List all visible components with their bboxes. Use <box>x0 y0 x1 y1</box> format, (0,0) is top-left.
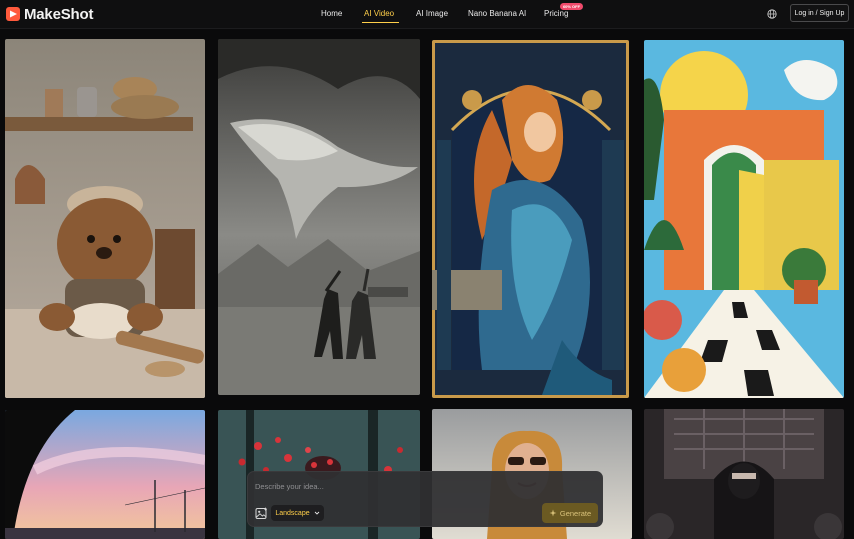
prompt-panel: Landscape Generate <box>247 471 603 527</box>
login-signup-button[interactable]: Log in / Sign Up <box>790 4 849 22</box>
nav-home[interactable]: Home <box>321 9 342 18</box>
main-nav: Home AI Video AI Image Nano Banana AI Pr… <box>0 0 854 28</box>
flying-whale-image <box>218 39 420 395</box>
aspect-ratio-select[interactable]: Landscape <box>271 505 324 521</box>
gallery-tile-art-nouveau[interactable] <box>432 40 629 398</box>
generate-button[interactable]: Generate <box>542 503 598 523</box>
sparkle-icon <box>549 509 557 517</box>
pricing-discount-badge: 60% OFF <box>560 3 583 10</box>
nav-active-underline <box>362 22 399 23</box>
surreal-doorway-image <box>644 40 844 398</box>
aspect-ratio-label: Landscape <box>275 509 310 517</box>
nav-ai-image[interactable]: AI Image <box>416 9 448 18</box>
nav-pricing[interactable]: Pricing <box>544 9 568 18</box>
sunset-road-image <box>5 410 205 539</box>
teddy-baker-image <box>5 39 205 398</box>
generate-label: Generate <box>559 508 592 518</box>
prompt-input[interactable] <box>255 479 595 493</box>
nav-nano-banana-ai[interactable]: Nano Banana AI <box>468 9 526 18</box>
gallery-tile-teddy-baker[interactable] <box>5 39 205 398</box>
gallery-tile-sunset-road[interactable] <box>5 410 205 539</box>
gallery-tile-flying-whale[interactable] <box>218 39 420 395</box>
image-upload-icon[interactable] <box>255 507 268 520</box>
nav-ai-video[interactable]: AI Video <box>364 9 394 18</box>
gallery-tile-surreal-doorway[interactable] <box>644 40 844 398</box>
chevron-down-icon <box>314 511 319 515</box>
ninja-image <box>644 409 844 539</box>
gallery-tile-ninja[interactable] <box>644 409 844 539</box>
art-nouveau-image <box>432 40 629 398</box>
top-header: MakeShot Home AI Video AI Image Nano Ban… <box>0 0 854 29</box>
globe-icon[interactable] <box>767 9 777 19</box>
